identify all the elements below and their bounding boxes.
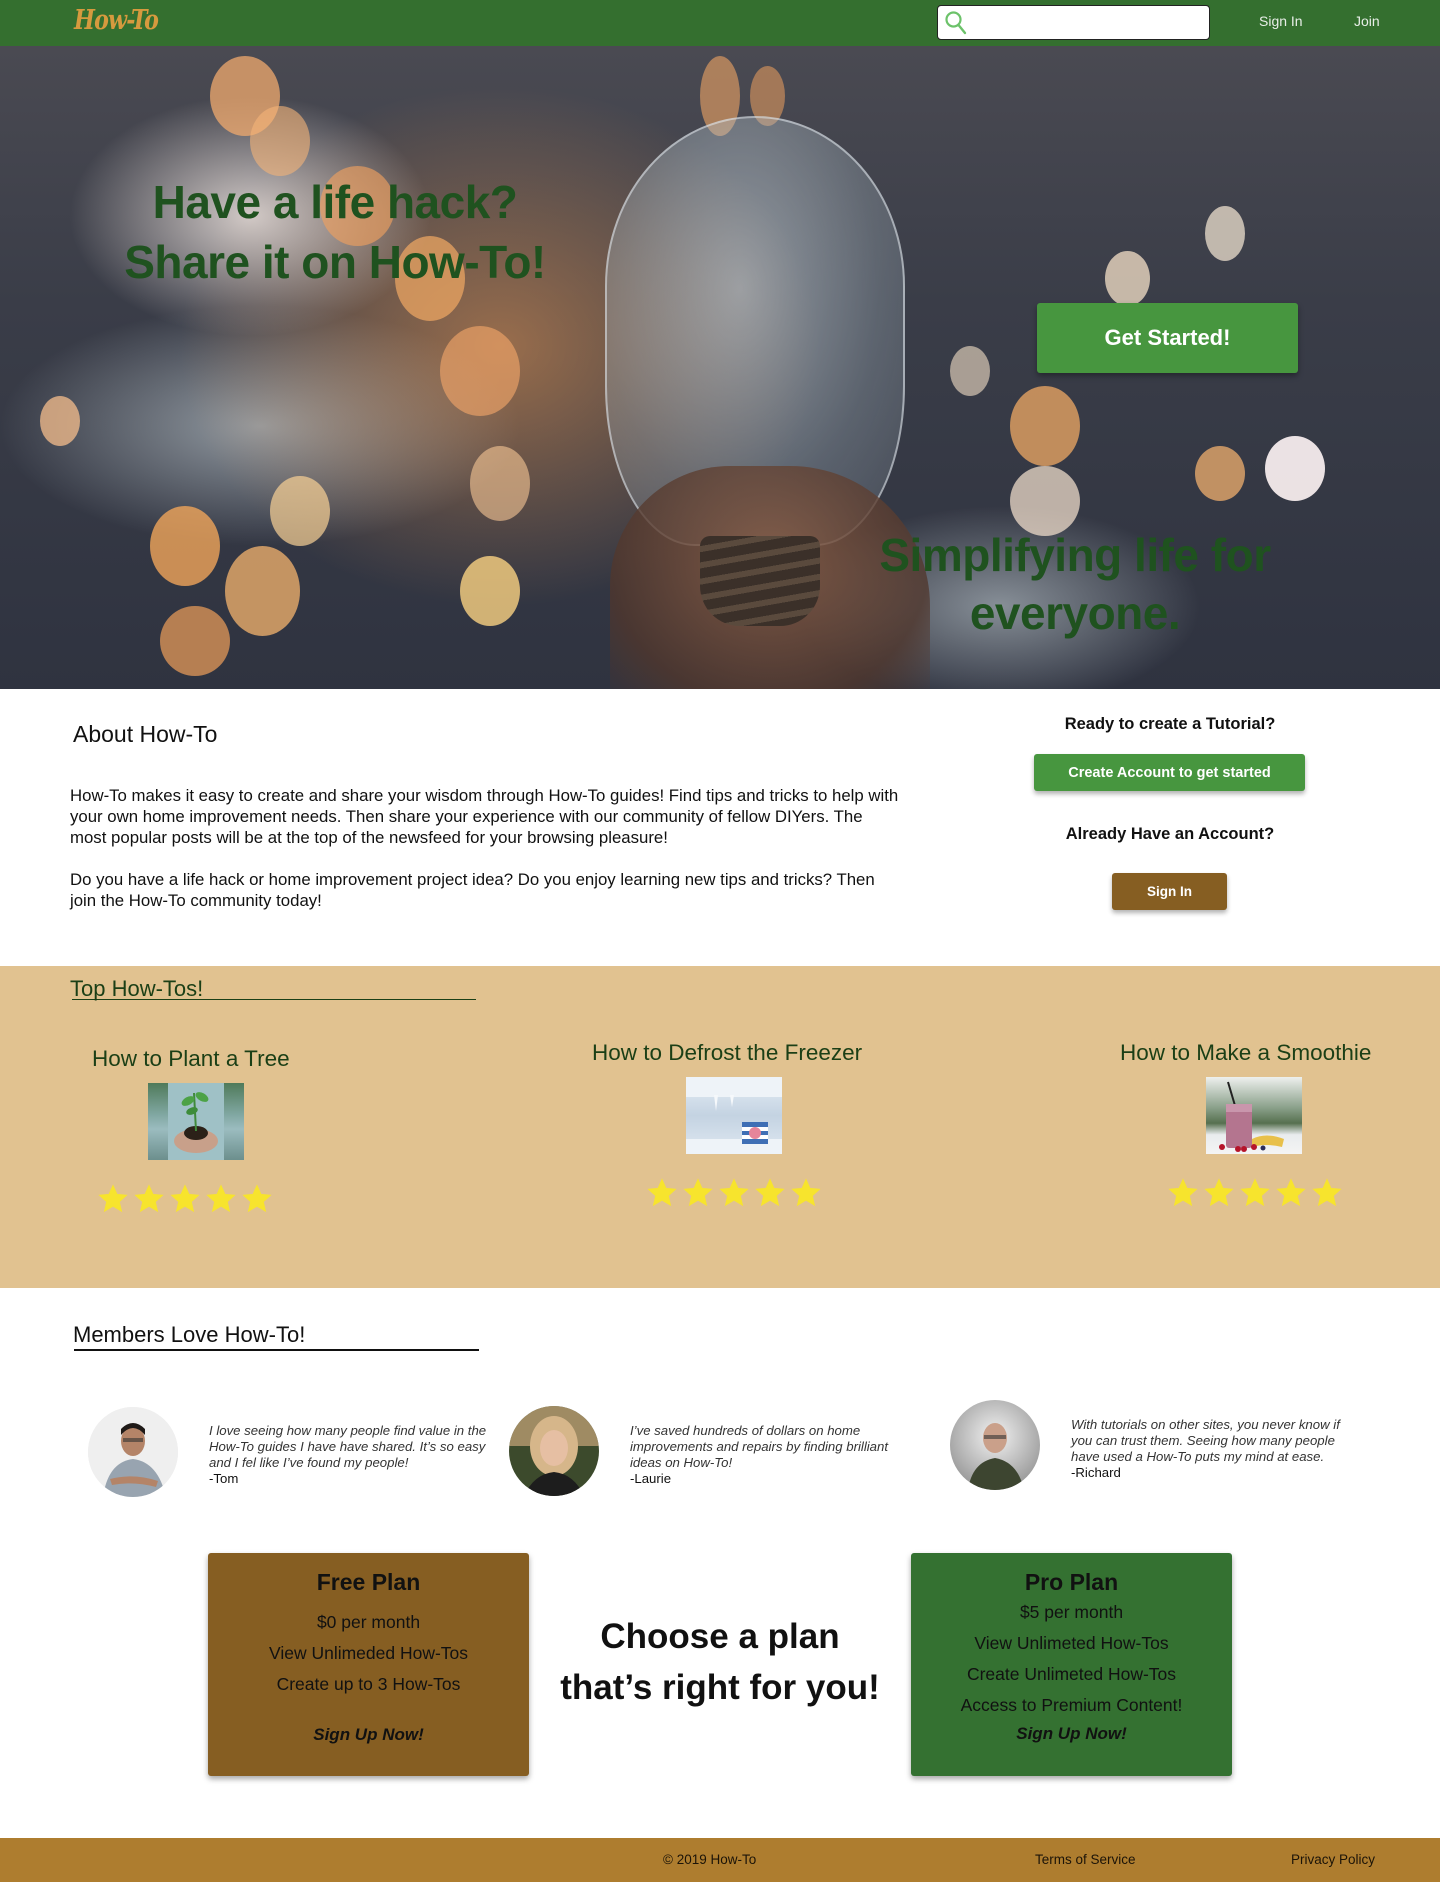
pro-plan-sign-up-link[interactable]: Sign Up Now!	[911, 1724, 1232, 1744]
plans-headline-line-1: Choose a plan	[600, 1617, 840, 1656]
star-icon	[98, 1184, 128, 1213]
plans-headline-line-2: that’s right for you!	[560, 1668, 880, 1707]
hero-tagline: Simplifying life for everyone.	[860, 526, 1290, 642]
quote-text: I’ve saved hundreds of dollars on home i…	[630, 1423, 889, 1470]
nav-sign-in-link[interactable]: Sign In	[1259, 13, 1303, 29]
howto-title[interactable]: How to Defrost the Freezer	[592, 1040, 862, 1066]
testimonial-quote: I love seeing how many people find value…	[209, 1423, 489, 1487]
hero-tagline-line-2: everyone.	[969, 587, 1181, 639]
rating-stars	[98, 1184, 272, 1214]
sign-in-button[interactable]: Sign In	[1112, 873, 1227, 910]
testimonial-quote: With tutorials on other sites, you never…	[1071, 1417, 1351, 1481]
howto-card[interactable]: How to Make a Smoothie	[1120, 1040, 1371, 1066]
footer: © 2019 How-To Terms of Service Privacy P…	[0, 1838, 1440, 1882]
quote-text: I love seeing how many people find value…	[209, 1423, 487, 1470]
howto-title[interactable]: How to Plant a Tree	[92, 1046, 290, 1072]
ready-question: Ready to create a Tutorial?	[1064, 715, 1276, 733]
free-plan-sign-up-link[interactable]: Sign Up Now!	[208, 1725, 529, 1745]
star-icon	[1204, 1178, 1234, 1207]
plan-feature: $5 per month	[1019, 1602, 1124, 1622]
logo[interactable]: How-To	[74, 5, 159, 36]
star-icon	[1168, 1178, 1198, 1207]
top-nav: How-To Sign In Join	[0, 0, 1440, 46]
howto-image-seedling[interactable]	[148, 1083, 244, 1160]
members-heading: Members Love How-To!	[73, 1322, 306, 1347]
free-plan-card: Free Plan $0 per month View Unlimeded Ho…	[208, 1553, 529, 1776]
hero-title-line-2: Share it on How-To!	[124, 236, 546, 288]
quote-author: -Tom	[209, 1471, 239, 1486]
terms-of-service-link[interactable]: Terms of Service	[1035, 1852, 1136, 1867]
star-icon	[719, 1178, 749, 1207]
star-icon	[206, 1184, 236, 1213]
pro-plan-card: Pro Plan $5 per month View Unlimeted How…	[911, 1553, 1232, 1776]
copyright: © 2019 How-To	[663, 1852, 757, 1867]
star-icon	[1276, 1178, 1306, 1207]
star-icon	[1312, 1178, 1342, 1207]
about-paragraph: How-To makes it easy to create and share…	[70, 786, 899, 847]
get-started-button[interactable]: Get Started!	[1037, 303, 1298, 373]
plan-feature: $0 per month	[316, 1612, 421, 1632]
plan-feature: Create up to 3 How-Tos	[276, 1674, 461, 1694]
plan-feature: Access to Premium Content!	[960, 1695, 1183, 1715]
heading-underline	[72, 999, 476, 1000]
howto-card[interactable]: How to Defrost the Freezer	[592, 1040, 862, 1066]
star-icon	[134, 1184, 164, 1213]
avatar-richard	[950, 1400, 1040, 1490]
create-account-button[interactable]: Create Account to get started	[1034, 754, 1305, 791]
howto-image-smoothie[interactable]	[1206, 1077, 1302, 1154]
search-box[interactable]	[937, 5, 1210, 40]
testimonial-quote: I’ve saved hundreds of dollars on home i…	[630, 1423, 910, 1487]
top-howtos-section: Top How-Tos! How to Plant a Tree How to …	[0, 966, 1440, 1288]
star-icon	[755, 1178, 785, 1207]
hero-tagline-line-1: Simplifying life for	[879, 529, 1271, 581]
search-icon	[945, 11, 967, 35]
howto-title[interactable]: How to Make a Smoothie	[1120, 1040, 1371, 1066]
star-icon	[683, 1178, 713, 1207]
rating-stars	[1168, 1178, 1342, 1208]
plans-headline: Choose a plan that’s right for you!	[545, 1611, 895, 1713]
hero-title: Have a life hack? Share it on How-To!	[100, 172, 570, 292]
plan-feature: Create Unlimeted How-Tos	[966, 1664, 1177, 1684]
avatar-laurie	[509, 1406, 599, 1496]
star-icon	[791, 1178, 821, 1207]
star-icon	[242, 1184, 272, 1213]
plan-name: Pro Plan	[1024, 1569, 1119, 1595]
about-description: How-To makes it easy to create and share…	[70, 785, 900, 911]
hero-title-line-1: Have a life hack?	[152, 176, 518, 228]
quote-author: -Laurie	[630, 1471, 672, 1486]
nav-join-link[interactable]: Join	[1354, 13, 1380, 29]
hero-banner: Have a life hack? Share it on How-To! Ge…	[0, 46, 1440, 689]
quote-text: With tutorials on other sites, you never…	[1071, 1417, 1340, 1464]
plan-feature: View Unlimeted How-Tos	[974, 1633, 1169, 1653]
star-icon	[1240, 1178, 1270, 1207]
star-icon	[170, 1184, 200, 1213]
plan-feature: View Unlimeded How-Tos	[268, 1643, 469, 1663]
avatar-tom	[88, 1407, 178, 1497]
star-icon	[647, 1178, 677, 1207]
quote-author: -Richard	[1071, 1465, 1121, 1480]
rating-stars	[647, 1178, 821, 1208]
existing-account-question: Already Have an Account?	[1065, 825, 1275, 843]
about-paragraph: Do you have a life hack or home improvem…	[70, 870, 875, 910]
privacy-policy-link[interactable]: Privacy Policy	[1291, 1852, 1375, 1867]
search-input[interactable]	[974, 9, 1204, 36]
heading-underline	[74, 1349, 479, 1351]
howto-image-freezer[interactable]	[686, 1077, 782, 1154]
plan-name: Free Plan	[316, 1569, 421, 1595]
howto-card[interactable]: How to Plant a Tree	[92, 1046, 290, 1072]
about-title: About How-To	[73, 721, 218, 747]
